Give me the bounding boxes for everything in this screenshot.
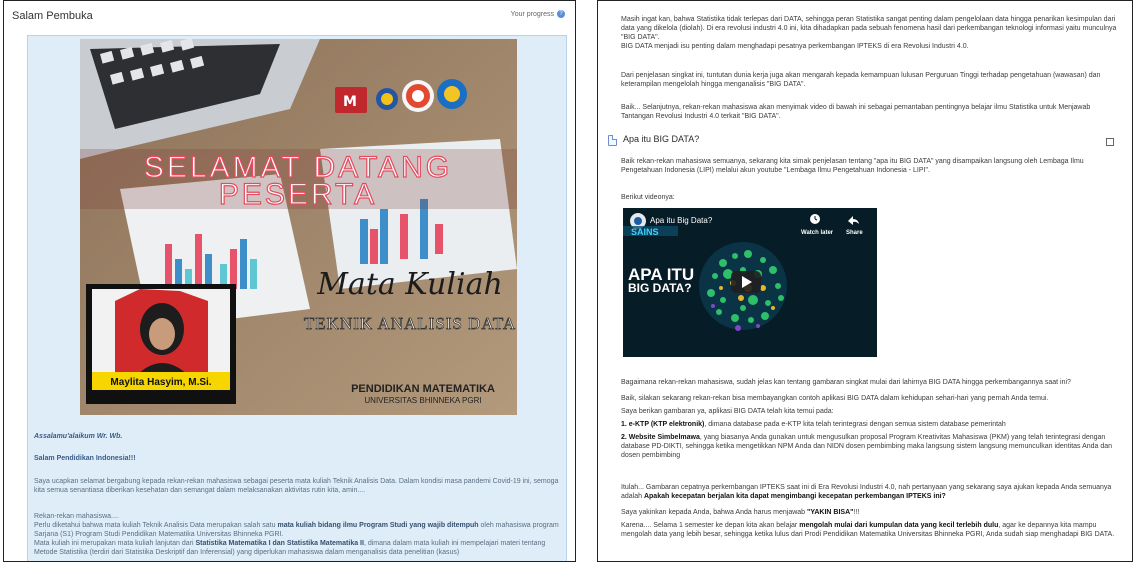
video-overlay-line2: BIG DATA?: [628, 281, 692, 295]
program-name: PENDIDIKAN MATEMATIKA: [351, 383, 495, 395]
progress-label: Your progress: [510, 10, 554, 18]
video-thumbnail: Apa itu Big Data? SAINS Watch later Shar…: [623, 208, 877, 357]
course-paragraph: Perlu diketahui bahwa mata kuliah Teknik…: [34, 522, 559, 556]
banner-subject-caps: TEKNIK ANALISIS DATA: [304, 314, 516, 333]
welcome-banner-image: M SELAMAT DATANG PESERTA Mata Kuliah TEK…: [80, 39, 517, 415]
salutation: Salam Pendidikan Indonesia!!!: [34, 455, 136, 462]
list-item-ektp: 1. e-KTP (KTP elektronik), dimana databa…: [621, 421, 1006, 428]
paragraph-berikut: Berikut videonya:: [621, 194, 675, 201]
progress-indicator[interactable]: Your progress?: [511, 10, 565, 18]
help-icon[interactable]: ?: [557, 10, 565, 18]
paragraph-bagaimana: Bagaimana rekan-rekan mahasiswa, sudah j…: [621, 379, 1071, 386]
paragraph-video-intro: Baik... Selanjutnya, rekan-rekan mahasis…: [621, 104, 1091, 120]
section-title: Salam Pembuka: [12, 10, 93, 22]
university-name: UNIVERSITAS BHINNEKA PGRI: [364, 396, 481, 405]
video-title: Apa itu Big Data?: [650, 216, 713, 225]
intro-line: Rekan-rekan mahasiswa....: [34, 513, 119, 520]
watch-later-label: Watch later: [801, 230, 834, 236]
paragraph-statistika: Masih ingat kan, bahwa Statistika tidak …: [621, 16, 1117, 50]
right-panel: Masih ingat kan, bahwa Statistika tidak …: [597, 0, 1133, 562]
video-channel-tag: SAINS: [631, 227, 659, 237]
paragraph-yakin-bisa: Saya yakinkan kepada Anda, bahwa Anda ha…: [621, 509, 860, 516]
svg-text:M: M: [343, 94, 357, 110]
banner-graphic: M SELAMAT DATANG PESERTA Mata Kuliah TEK…: [80, 39, 517, 415]
welcome-paragraph: Saya ucapkan selamat bergabung kepada re…: [34, 478, 559, 494]
page-icon: [608, 135, 617, 146]
paragraph-tuntutan: Dari penjelasan singkat ini, tuntutan du…: [621, 72, 1101, 88]
paragraph-silakan: Baik, silakan sekarang rekan-rekan bisa …: [621, 395, 1049, 402]
banner-subject-script: Mata Kuliah: [316, 267, 503, 302]
paragraph-karena: Karena.... Selama 1 semester ke depan ki…: [621, 522, 1115, 538]
youtube-video-player[interactable]: Apa itu Big Data? SAINS Watch later Shar…: [623, 208, 877, 357]
paragraph-lipi: Baik rekan-rekan mahasiswa semuanya, sek…: [621, 158, 1084, 174]
banner-headline-2: PESERTA: [219, 178, 377, 211]
share-label: Share: [846, 230, 863, 236]
lecturer-name: Maylita Hasyim, M.Si.: [110, 377, 211, 388]
greeting: Assalamu'alaikum Wr. Wb.: [34, 433, 123, 440]
activity-link-apa-itu-big-data[interactable]: Apa itu BIG DATA?: [623, 134, 699, 144]
paragraph-itulah: Itulah... Gambaran cepatnya perkembangan…: [621, 484, 1112, 500]
left-panel: Salam Pembuka Your progress? M SELAMAT D…: [3, 0, 576, 562]
completion-checkbox[interactable]: [1106, 138, 1114, 146]
paragraph-gambaran: Saya berikan gambaran ya, aplikasi BIG D…: [621, 408, 834, 415]
list-item-simbelmawa: 2. Website Simbelmawa, yang biasanya And…: [621, 434, 1113, 459]
section-header: Salam Pembuka Your progress?: [4, 1, 575, 31]
welcome-content-box: M SELAMAT DATANG PESERTA Mata Kuliah TEK…: [27, 35, 567, 561]
